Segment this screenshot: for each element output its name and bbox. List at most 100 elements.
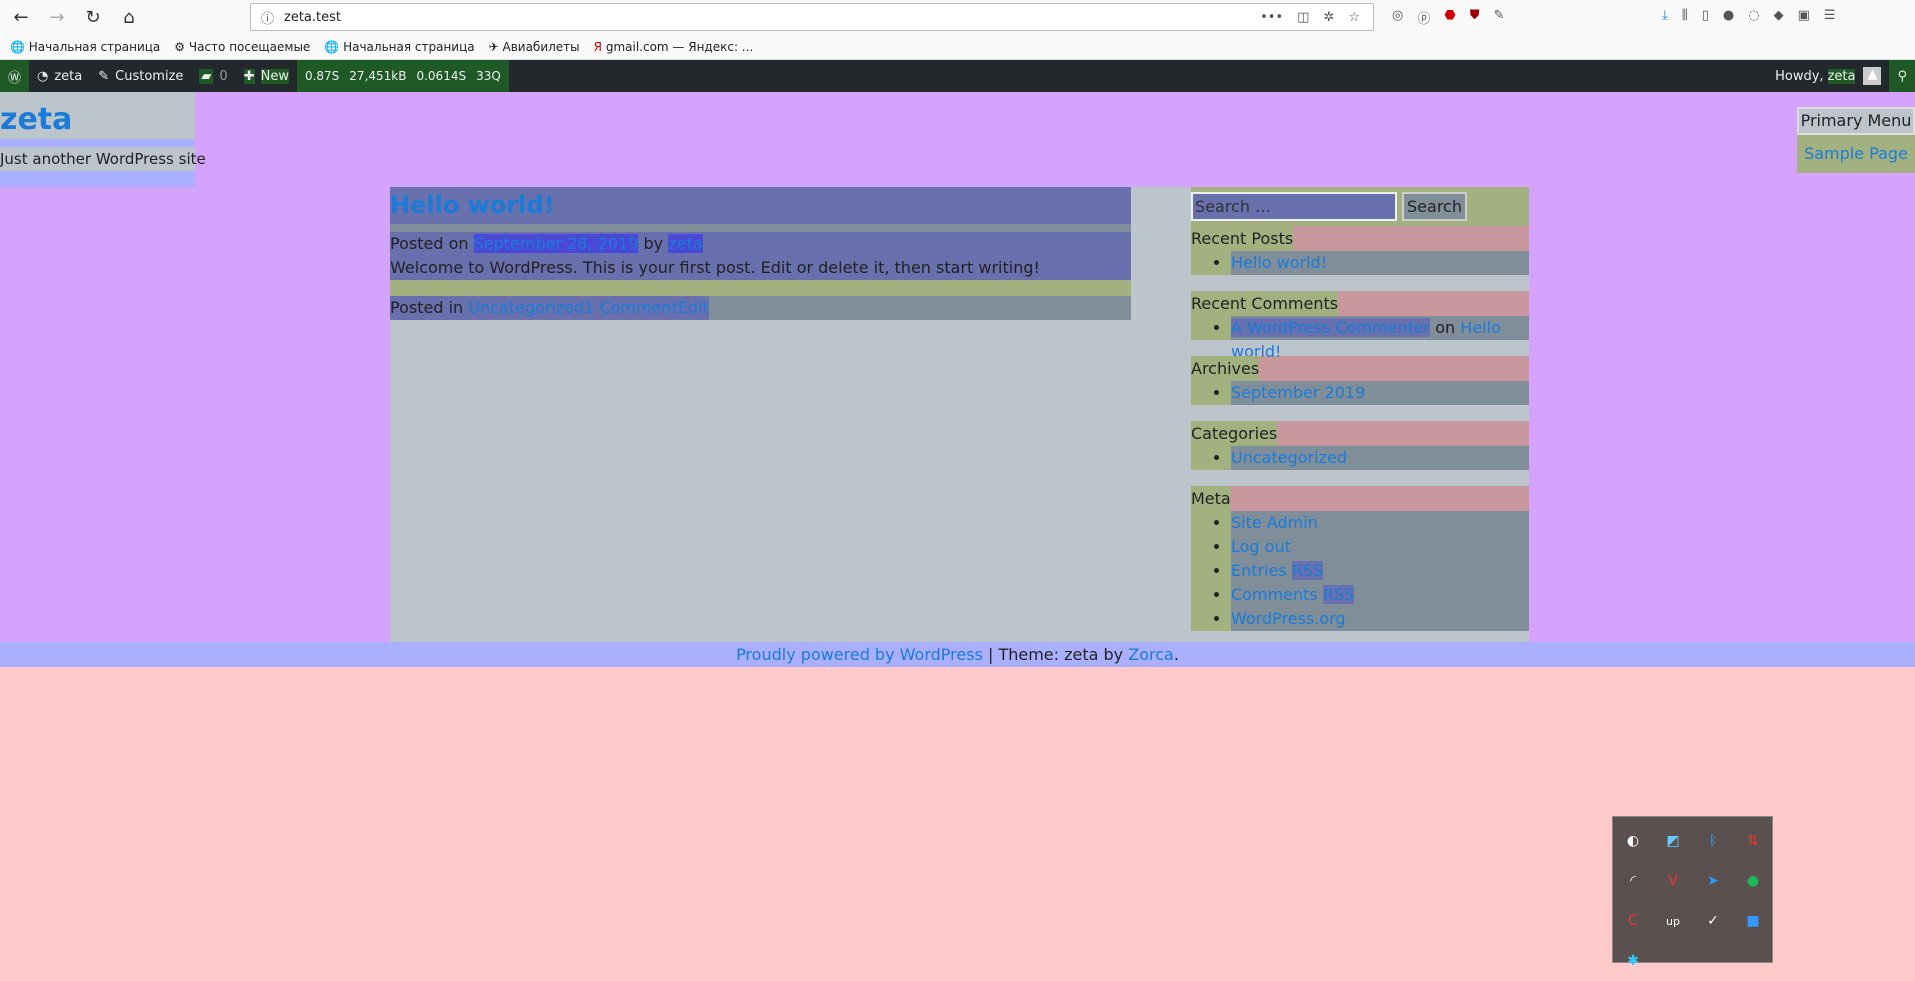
posted-on-label: Posted on [390,234,469,253]
spotify-icon[interactable]: ● [1733,861,1773,901]
eyedropper-icon[interactable]: ✎ [1493,8,1504,27]
by-label: by [643,234,664,253]
bookmark[interactable]: ✈ Авиабилеты [489,40,580,54]
menu-link[interactable]: Sample Page [1804,144,1908,163]
browser-icons: ⤓ ⫼ ▯ ● ◌ ◆ ▣ ☰ [1655,8,1843,23]
db-time: 0.0614S [416,69,467,83]
bug-icon[interactable]: ✲ [1323,10,1334,25]
rss-abbr: RSS [1322,585,1355,604]
square-app-icon[interactable]: ■ [1733,901,1773,941]
telegram-icon[interactable]: ➤ [1693,861,1733,901]
network-updown-icon[interactable]: ⇅ [1733,821,1773,861]
widget-title: Meta [1191,486,1231,511]
post-title[interactable]: Hello world! [390,191,555,219]
info-icon: ⓘ [261,11,275,27]
admin-site-link[interactable]: ◔ zeta [29,60,90,92]
widget-title: Recent Comments [1191,291,1339,316]
comments-rss-link[interactable]: Comments RSS [1231,585,1355,604]
search-button[interactable]: Search [1402,192,1467,221]
link-label: Comments [1231,585,1318,604]
recent-post-link[interactable]: Hello world! [1231,253,1327,272]
customize-link[interactable]: ✎ Customize [90,60,191,92]
post-date-link[interactable]: September 28, 2019 [473,234,639,253]
comment-icon: ▰ [199,68,214,84]
link-label: Entries [1231,561,1287,580]
upwork-icon[interactable]: up [1653,901,1693,941]
site-footer: Proudly powered by WordPress | Theme: ze… [0,642,1915,667]
comment-author-link[interactable]: A WordPress Commenter [1231,318,1431,337]
site-title[interactable]: zeta [0,102,72,137]
post-content: Welcome to WordPress. This is your first… [390,258,1040,277]
ip-icon[interactable]: ⓟ [1417,8,1430,27]
bluetooth-icon[interactable]: ᛒ [1693,821,1733,861]
star-icon[interactable]: ☆ [1348,10,1360,25]
category-link[interactable]: Uncategorized [468,298,584,317]
menu-icon[interactable]: ☰ [1824,8,1836,23]
period: . [1173,645,1179,664]
forward-icon[interactable]: → [42,7,72,28]
my-account[interactable]: Howdy, zeta ▲ [1767,60,1889,92]
post: Hello world! Posted on September 28, 201… [390,187,1131,320]
library-icon[interactable]: ⫼ [1682,8,1688,23]
menu-item-sample-page[interactable]: Sample Page [1797,135,1915,173]
sidebar: Search … Search Recent Posts Hello world… [1191,187,1529,647]
on-label: on [1435,318,1456,337]
home-icon[interactable]: ⌂ [114,7,144,28]
more-icon[interactable]: ••• [1260,10,1283,25]
vivaldi-icon[interactable]: V [1653,861,1693,901]
bookmark-label: Начальная страница [343,39,475,54]
sync-icon[interactable]: ◌ [1748,8,1759,23]
bookmark[interactable]: ⚙ Часто посещаемые [174,40,310,54]
screenshot-icon[interactable]: ▣ [1798,8,1810,23]
comments-count: 0 [219,68,228,84]
search-icon[interactable]: ⚲ [1889,60,1915,92]
customize-label: Customize [115,68,184,84]
site-admin-link[interactable]: Site Admin [1231,513,1318,532]
download-icon[interactable]: ⤓ [1662,8,1668,23]
widget-recent-posts: Recent Posts Hello world! [1191,226,1529,275]
bookmarks-bar: 🌐 Начальная страница ⚙ Часто посещаемые … [0,34,1915,60]
extension-icon[interactable]: ◎ [1392,8,1403,27]
new-link[interactable]: ✚ New [236,60,297,92]
adblock-icon[interactable]: ⬣ [1444,8,1455,27]
back-icon[interactable]: ← [6,7,36,28]
author-link[interactable]: zeta [668,234,703,253]
separator: | [987,645,994,664]
app-c-icon[interactable]: C [1613,901,1653,941]
log-out-link[interactable]: Log out [1231,537,1291,556]
entries-rss-link[interactable]: Entries RSS [1231,561,1324,580]
archive-link[interactable]: September 2019 [1231,383,1365,402]
list-item: Hello world! [1231,251,1529,275]
bookmark[interactable]: 🌐 Начальная страница [10,40,160,54]
wifi-icon[interactable]: ◜ [1613,861,1653,901]
wordpress-logo-icon[interactable]: Ⓦ [0,60,30,92]
wordpress-org-link[interactable]: WordPress.org [1231,609,1346,628]
list-item: Log out [1231,535,1529,559]
query-monitor[interactable]: 0.87S 27,451kB 0.0614S 33Q [296,60,509,92]
pocket-icon[interactable]: ◫ [1297,10,1309,25]
slack-icon[interactable]: ✱ [1613,941,1653,981]
comments-link[interactable]: 1 Comment [584,298,678,317]
powered-by-link[interactable]: Proudly powered by WordPress [736,645,983,664]
extension-icon[interactable]: ◆ [1774,8,1784,23]
memory-usage: 27,451kB [349,69,407,83]
bookmark[interactable]: Я gmail.com — Яндекс: ... [594,40,754,54]
speaker-icon[interactable]: ◐ [1613,821,1653,861]
comments-link[interactable]: ▰ 0 [191,60,235,92]
account-icon[interactable]: ● [1723,8,1734,23]
sidebar-icon[interactable]: ▯ [1702,8,1709,23]
bookmark[interactable]: 🌐 Начальная страница [324,40,474,54]
check-icon[interactable]: ✓ [1693,901,1733,941]
page-time: 0.87S [304,69,340,83]
url-text: zeta.test [284,9,341,25]
ublock-icon[interactable]: ⛊ [1470,8,1480,27]
edit-link[interactable]: Edit [678,298,709,317]
bookmark-label: Авиабилеты [502,39,580,54]
reload-icon[interactable]: ↻ [78,7,108,28]
url-bar[interactable]: ⓘ zeta.test ••• ◫ ✲ ☆ [250,3,1374,31]
primary-menu-button[interactable]: Primary Menu [1797,107,1915,135]
search-input[interactable]: Search … [1191,192,1397,221]
theme-author-link[interactable]: Zorca [1128,645,1174,664]
app-icon[interactable]: ◩ [1653,821,1693,861]
category-link[interactable]: Uncategorized [1231,448,1347,467]
